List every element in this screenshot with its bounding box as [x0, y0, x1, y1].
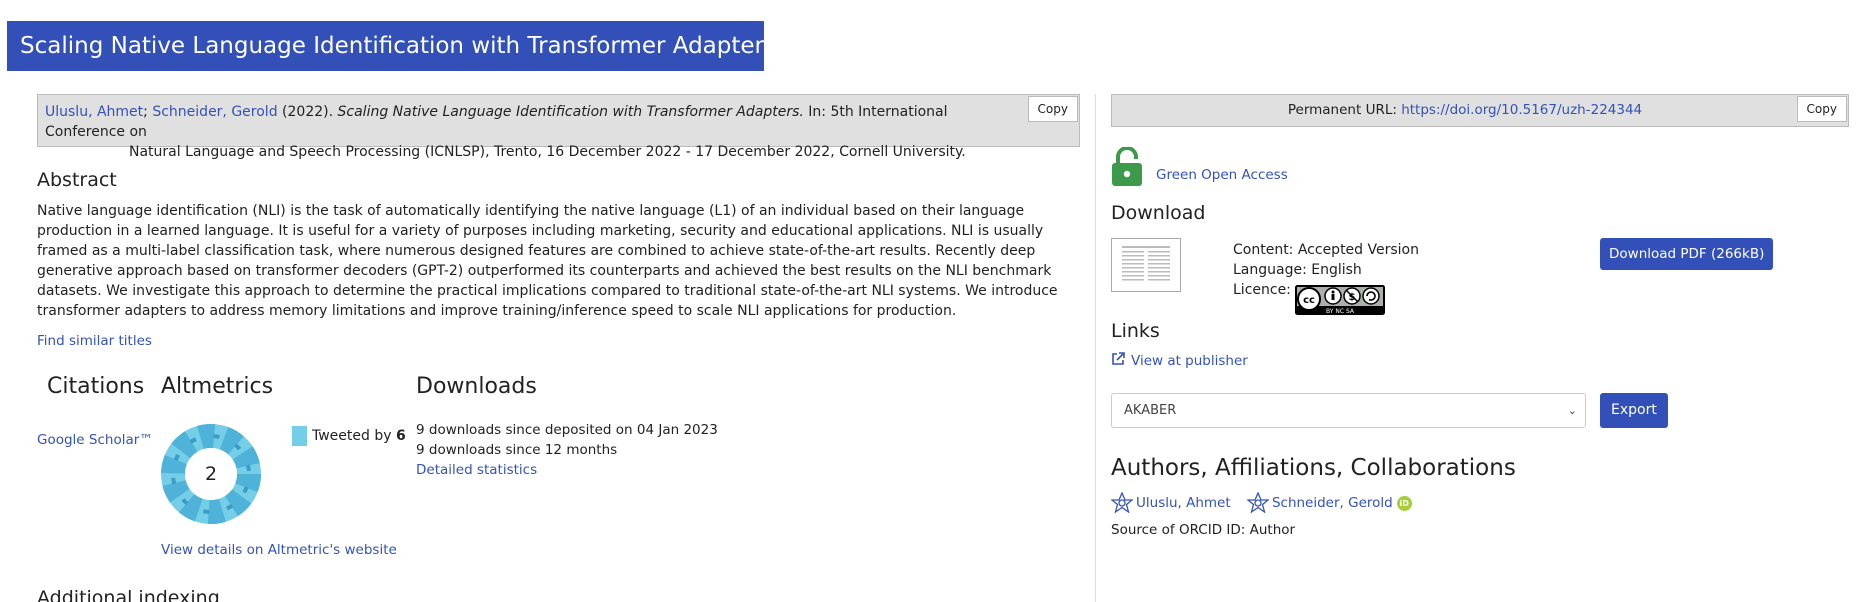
tweeted-label: Tweeted by: [312, 428, 392, 444]
chevron-down-icon: ⌄: [1567, 404, 1577, 417]
author-link-uluslu[interactable]: Uluslu, Ahmet: [1111, 492, 1231, 514]
author-link-schneider[interactable]: Schneider, Gerold iD: [1246, 492, 1412, 514]
left-column: Uluslu, Ahmet; Schneider, Gerold (2022).…: [37, 94, 1080, 602]
page-title: Scaling Native Language Identification w…: [7, 21, 776, 71]
copy-url-button[interactable]: Copy: [1796, 96, 1847, 122]
citation-venue-cont: Natural Language and Speech Processing (…: [129, 144, 966, 160]
export-format-select[interactable]: AKABER ⌄: [1111, 393, 1586, 428]
green-open-access-link[interactable]: Green Open Access: [1156, 167, 1288, 183]
abstract-heading: Abstract: [37, 169, 117, 191]
altmetrics-heading: Altmetrics: [161, 374, 274, 399]
tweeted-by: Tweeted by 6: [292, 426, 406, 446]
copy-citation-button[interactable]: Copy: [1027, 96, 1078, 122]
permanent-url-link[interactable]: https://doi.org/10.5167/uzh-224344: [1401, 102, 1642, 118]
altmetric-details-link[interactable]: View details on Altmetric's website: [161, 542, 397, 558]
external-link-icon: [1112, 352, 1125, 365]
downloads-since-deposit: 9 downloads since deposited on 04 Jan 20…: [416, 422, 718, 438]
altmetric-donut[interactable]: 2: [161, 424, 261, 524]
citation-year: (2022).: [282, 104, 334, 120]
pdf-thumbnail[interactable]: [1111, 238, 1181, 292]
citation-separator: ;: [143, 104, 148, 120]
open-access-badge: Green Open Access: [1111, 147, 1849, 202]
view-at-publisher-link[interactable]: View at publisher: [1111, 352, 1849, 369]
download-block: Content: Accepted Version Language: Engl…: [1111, 238, 1849, 315]
author-list: Uluslu, Ahmet Schneider, Gerold iD: [1111, 492, 1849, 516]
orcid-icon[interactable]: iD: [1396, 495, 1412, 511]
download-language: Language: English: [1233, 262, 1362, 278]
cc-by-nc-sa-badge[interactable]: cc $ BY NC SA: [1295, 285, 1386, 321]
column-divider: [1095, 94, 1096, 602]
download-licence-label: Licence:: [1233, 282, 1291, 298]
twitter-color-icon: [292, 426, 307, 446]
citation-author-link[interactable]: Uluslu, Ahmet: [45, 104, 143, 120]
unlocked-padlock-icon: [1112, 147, 1142, 186]
export-button[interactable]: Export: [1600, 393, 1668, 428]
orcid-source: Source of ORCID ID: Author: [1111, 522, 1296, 538]
author-name: Schneider, Gerold: [1271, 495, 1393, 511]
download-heading: Download: [1111, 202, 1206, 224]
network-star-icon: [1111, 492, 1133, 514]
citations-heading: Citations: [47, 374, 145, 399]
downloads-stats: 9 downloads since deposited on 04 Jan 20…: [416, 420, 718, 480]
find-similar-link[interactable]: Find similar titles: [37, 333, 1080, 349]
creative-commons-icon: cc $ BY NC SA: [1295, 285, 1386, 315]
authors-heading: Authors, Affiliations, Collaborations: [1111, 455, 1516, 481]
links-heading: Links: [1111, 320, 1160, 342]
export-format-value: AKABER: [1124, 403, 1177, 418]
citation-author-link[interactable]: Schneider, Gerold: [152, 104, 277, 120]
permanent-url-label: Permanent URL:: [1287, 102, 1397, 118]
right-column: Permanent URL: https://doi.org/10.5167/u…: [1111, 94, 1849, 538]
downloads-heading: Downloads: [416, 374, 537, 399]
downloads-12-months: 9 downloads since 12 months: [416, 442, 618, 458]
permanent-url-box: Permanent URL: https://doi.org/10.5167/u…: [1111, 94, 1849, 127]
download-pdf-button[interactable]: Download PDF (266kB): [1600, 238, 1774, 270]
additional-indexing-heading: Additional indexing: [37, 587, 220, 602]
view-at-publisher-label: View at publisher: [1131, 353, 1248, 369]
cc-badge-text: BY NC SA: [1326, 308, 1355, 315]
abstract-text: Native language identification (NLI) is …: [37, 203, 1058, 319]
tweeted-count: 6: [395, 428, 406, 444]
download-content: Content: Accepted Version: [1233, 242, 1419, 258]
detailed-statistics-link[interactable]: Detailed statistics: [416, 462, 537, 478]
google-scholar-link[interactable]: Google Scholar™: [37, 432, 153, 448]
altmetric-score: 2: [204, 463, 218, 485]
author-name: Uluslu, Ahmet: [1136, 495, 1231, 511]
export-row: AKABER ⌄ Export: [1111, 393, 1849, 429]
citation-box: Uluslu, Ahmet; Schneider, Gerold (2022).…: [37, 94, 1080, 160]
document-preview-icon: [1118, 243, 1174, 287]
download-info: Content: Accepted Version Language: Engl…: [1233, 240, 1419, 321]
network-star-icon: [1246, 492, 1269, 514]
svg-text:cc: cc: [1303, 295, 1315, 306]
citation-title: Scaling Native Language Identification w…: [337, 104, 804, 120]
metrics-section: Citations Google Scholar™ Altmetrics 2 T…: [37, 374, 1080, 602]
